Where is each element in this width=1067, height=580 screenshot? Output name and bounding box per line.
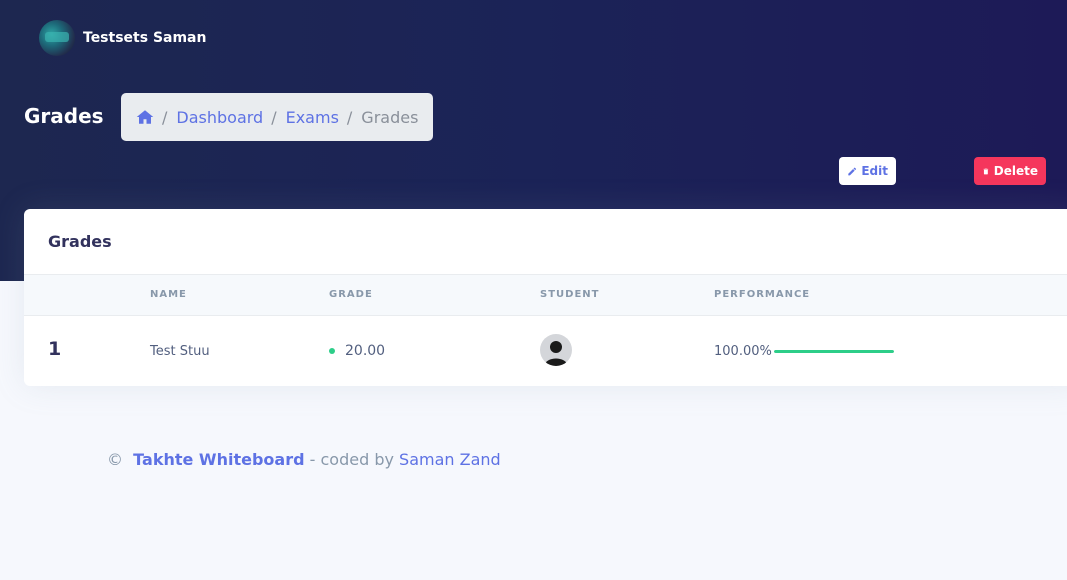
- table-header: Name Grade Student Performance: [24, 275, 1067, 316]
- user-profile[interactable]: Testsets Saman: [39, 20, 206, 56]
- pencil-icon: [848, 167, 857, 175]
- home-icon[interactable]: [136, 108, 154, 126]
- footer-text: - coded by: [309, 450, 394, 469]
- breadcrumb-exams[interactable]: Exams: [286, 108, 339, 127]
- breadcrumb-separator: /: [271, 107, 277, 127]
- breadcrumb-separator: /: [346, 107, 353, 127]
- footer: © Takhte Whiteboard - coded by Saman Zan…: [107, 450, 501, 469]
- column-header-performance: Performance: [714, 289, 811, 300]
- card-header: Grades: [24, 209, 1067, 275]
- breadcrumb-separator: /: [162, 107, 168, 127]
- trash-icon: [983, 168, 989, 174]
- grades-card: Grades Name Grade Student Performance 1 …: [24, 209, 1067, 386]
- performance-progress-fill: [774, 350, 894, 353]
- user-avatar-icon[interactable]: [540, 334, 572, 366]
- grade-value: 20.00: [345, 343, 386, 359]
- delete-button-label: Delete: [993, 164, 1038, 178]
- edit-button[interactable]: Edit: [839, 157, 896, 185]
- row-index: 1: [48, 338, 62, 360]
- column-header-grade: Grade: [329, 289, 373, 300]
- column-header-student: Student: [540, 289, 600, 300]
- table-row[interactable]: 1 Test Stuu 20.00 100.00%: [24, 316, 1067, 386]
- delete-button[interactable]: Delete: [974, 157, 1046, 185]
- breadcrumb-dashboard[interactable]: Dashboard: [176, 108, 263, 127]
- copyright-symbol: ©: [107, 450, 123, 469]
- author-link[interactable]: Saman Zand: [399, 450, 501, 469]
- column-header-name: Name: [150, 289, 187, 300]
- student-name: Test Stuu: [150, 344, 210, 359]
- performance-label: 100.00%: [714, 344, 772, 359]
- edit-button-label: Edit: [861, 164, 888, 178]
- page-title: Grades: [24, 104, 104, 128]
- user-name[interactable]: Testsets Saman: [83, 30, 206, 46]
- avatar[interactable]: [39, 20, 75, 56]
- performance-progress-bar: [774, 350, 894, 353]
- status-dot: [329, 348, 335, 354]
- grade-value-cell: 20.00: [329, 343, 385, 359]
- breadcrumb-grades: Grades: [361, 107, 419, 127]
- brand-link[interactable]: Takhte Whiteboard: [133, 450, 304, 469]
- breadcrumb: / Dashboard / Exams / Grades: [121, 93, 433, 141]
- card-title: Grades: [48, 232, 112, 251]
